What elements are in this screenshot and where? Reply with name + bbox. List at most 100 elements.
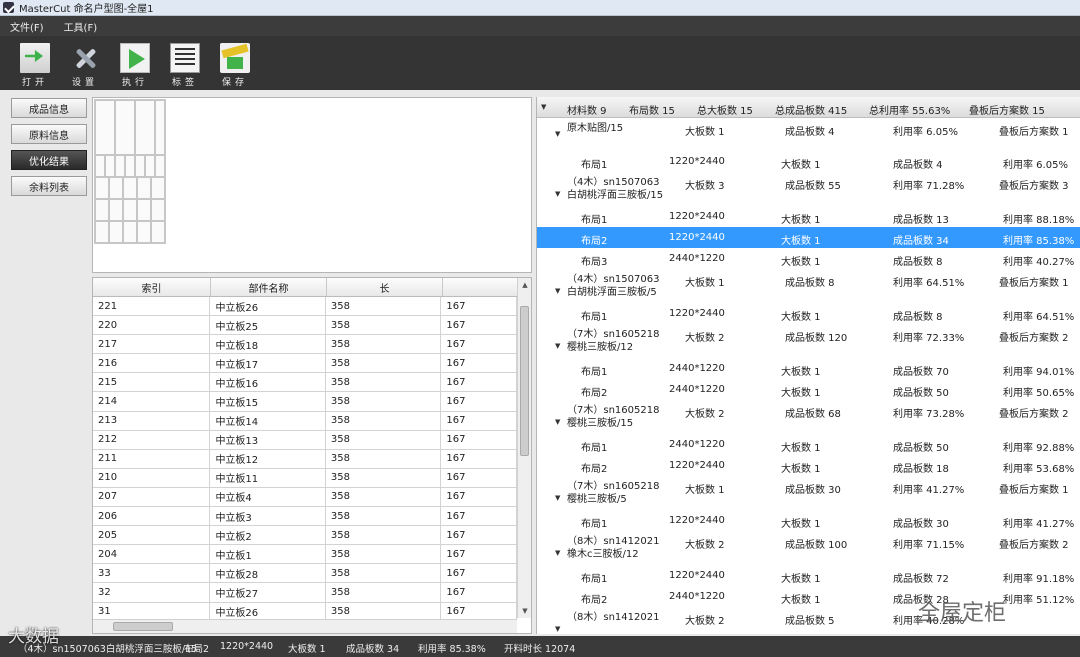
cut-piece <box>95 221 109 243</box>
table-row[interactable]: 32 中立板27 358 167 <box>93 583 517 603</box>
tree-group-row[interactable]: ▼ （8木）sn1412021橡木c三胺板/12 大板数 2 成品板数 100 利用率 … <box>537 531 1080 565</box>
vertical-scrollbar[interactable]: ▲ ▼ <box>517 278 531 618</box>
watermark-right: 全屋定柜 <box>918 601 1007 626</box>
cell-length: 358 <box>326 507 442 526</box>
group-product-count: 成品板数 55 <box>785 181 841 192</box>
cell-width: 167 <box>441 392 517 411</box>
nav-material-info[interactable]: 原料信息 <box>11 124 87 144</box>
table-row[interactable]: 212 中立板13 358 167 <box>93 430 517 450</box>
layout-product-count: 成品板数 8 <box>893 312 943 323</box>
group-product-count: 成品板数 68 <box>785 409 841 420</box>
tree-layout-row[interactable]: 布局1 1220*2440 大板数 1 成品板数 72 利用率 91.18% <box>537 565 1080 586</box>
tree-layout-row[interactable]: 布局1 1220*2440 大板数 1 成品板数 13 利用率 88.18% <box>537 206 1080 227</box>
tree-group-row[interactable]: ▼ （4木）sn1507063白胡桃浮面三胺板/15 大板数 3 成品板数 55 利用率… <box>537 172 1080 206</box>
group-name: （8木）sn1412021 <box>567 612 660 623</box>
layout-size: 1220*2440 <box>669 515 725 526</box>
col-part-name[interactable]: 部件名称 <box>211 278 327 296</box>
menu-file[interactable]: 文件(F) <box>0 19 54 34</box>
table-row[interactable]: 217 中立板18 358 167 <box>93 335 517 355</box>
tree-layout-row[interactable]: 布局2 1220*2440 大板数 1 成品板数 18 利用率 53.68% <box>537 455 1080 476</box>
layout-name: 布局2 <box>581 236 608 247</box>
table-row[interactable]: 210 中立板11 358 167 <box>93 468 517 488</box>
tree-layout-row[interactable]: 布局1 2440*1220 大板数 1 成品板数 70 利用率 94.01% <box>537 358 1080 379</box>
table-row[interactable]: 205 中立板2 358 167 <box>93 526 517 546</box>
save-button[interactable]: 保存 <box>210 36 260 90</box>
cell-length: 358 <box>326 545 442 564</box>
scroll-down-icon[interactable]: ▼ <box>518 604 531 618</box>
table-row[interactable]: 221 中立板26 358 167 <box>93 297 517 317</box>
nav-product-info[interactable]: 成品信息 <box>11 98 87 118</box>
layout-name: 布局1 <box>581 574 608 585</box>
tree-layout-row[interactable]: 布局2 1220*2440 大板数 1 成品板数 34 利用率 85.38% <box>537 227 1080 248</box>
cell-part-name: 中立板11 <box>210 468 326 487</box>
cell-part-name: 中立板26 <box>210 297 326 316</box>
layout-name: 布局1 <box>581 367 608 378</box>
layout-board-count: 大板数 1 <box>781 367 821 378</box>
cut-piece <box>105 155 115 177</box>
tree-layout-row[interactable]: 布局3 2440*1220 大板数 1 成品板数 8 利用率 40.27% <box>537 248 1080 269</box>
open-button[interactable]: 打开 <box>10 36 60 90</box>
cell-part-name: 中立板26 <box>210 602 326 621</box>
expand-caret-icon[interactable]: ▼ <box>555 418 560 426</box>
tree-group-row[interactable]: ▼ 原木贴图/15 大板数 1 成品板数 4 利用率 6.05% 叠板后方案数 1 <box>537 118 1080 151</box>
group-board-count: 大板数 2 <box>685 616 725 627</box>
expand-caret-icon[interactable]: ▼ <box>555 494 560 502</box>
nav-leftover-list[interactable]: 余料列表 <box>11 176 87 196</box>
group-utilization: 利用率 71.15% <box>893 540 965 551</box>
label-button[interactable]: 标签 <box>160 36 210 90</box>
table-row[interactable]: 206 中立板3 358 167 <box>93 507 517 527</box>
tree-layout-row[interactable]: 布局1 1220*2440 大板数 1 成品板数 8 利用率 64.51% <box>537 303 1080 324</box>
cut-piece <box>123 199 137 221</box>
table-row[interactable]: 220 中立板25 358 167 <box>93 316 517 336</box>
table-row[interactable]: 214 中立板15 358 167 <box>93 392 517 412</box>
tree-group-row[interactable]: ▼ （7木）sn1605218樱桃三胺板/12 大板数 2 成品板数 120 利用率 7… <box>537 324 1080 358</box>
col-length[interactable]: 长 <box>327 278 443 296</box>
tree-group-row[interactable]: ▼ （7木）sn1605218樱桃三胺板/5 大板数 1 成品板数 30 利用率 41.… <box>537 476 1080 510</box>
table-row[interactable]: 216 中立板17 358 167 <box>93 354 517 374</box>
tree-group-row[interactable]: ▼ （4木）sn1507063白胡桃浮面三胺板/5 大板数 1 成品板数 8 利用率 6… <box>537 269 1080 303</box>
collapse-all-icon[interactable]: ▼ <box>541 103 546 111</box>
tree-group-row[interactable]: ▼ （7木）sn1605218樱桃三胺板/15 大板数 2 成品板数 68 利用率 73… <box>537 400 1080 434</box>
settings-button[interactable]: 设置 <box>60 36 110 90</box>
layout-board-count: 大板数 1 <box>781 519 821 530</box>
table-row[interactable]: 211 中立板12 358 167 <box>93 449 517 469</box>
cell-width: 167 <box>441 526 517 545</box>
tree-layout-row[interactable]: 布局2 2440*1220 大板数 1 成品板数 50 利用率 50.65% <box>537 379 1080 400</box>
scroll-thumb[interactable] <box>520 306 529 456</box>
tree-layout-row[interactable]: 布局1 2440*1220 大板数 1 成品板数 50 利用率 92.88% <box>537 434 1080 455</box>
expand-caret-icon[interactable]: ▼ <box>555 190 560 198</box>
expand-caret-icon[interactable]: ▼ <box>555 549 560 557</box>
tree-layout-row[interactable]: 布局1 1220*2440 大板数 1 成品板数 30 利用率 41.27% <box>537 510 1080 531</box>
expand-caret-icon[interactable]: ▼ <box>555 130 560 138</box>
expand-caret-icon[interactable]: ▼ <box>555 625 560 633</box>
tree-layout-row[interactable]: 布局1 1220*2440 大板数 1 成品板数 4 利用率 6.05% <box>537 151 1080 172</box>
menu-tools[interactable]: 工具(F) <box>54 19 108 34</box>
expand-caret-icon[interactable]: ▼ <box>555 342 560 350</box>
nav-optimize-result[interactable]: 优化结果 <box>11 150 87 170</box>
table-row[interactable]: 207 中立板4 358 167 <box>93 487 517 508</box>
table-row[interactable]: 33 中立板28 358 167 <box>93 564 517 584</box>
run-label: 执行 <box>121 78 148 88</box>
cell-length: 358 <box>326 583 442 602</box>
cut-piece <box>151 221 165 243</box>
layout-utilization: 利用率 40.27% <box>1003 257 1075 268</box>
col-index[interactable]: 索引 <box>93 278 211 296</box>
scroll-up-icon[interactable]: ▲ <box>518 278 531 292</box>
cell-index: 33 <box>93 564 211 583</box>
group-utilization: 利用率 6.05% <box>893 127 958 138</box>
layout-name: 布局1 <box>581 215 608 226</box>
group-board-count: 大板数 2 <box>685 333 725 344</box>
cell-width: 167 <box>441 335 517 354</box>
cut-piece <box>109 177 123 199</box>
table-row[interactable]: 204 中立板1 358 167 <box>93 545 517 565</box>
cell-width: 167 <box>441 297 517 316</box>
hscroll-thumb[interactable] <box>113 622 173 631</box>
horizontal-scrollbar[interactable] <box>93 619 517 633</box>
expand-caret-icon[interactable]: ▼ <box>555 287 560 295</box>
table-row[interactable]: 215 中立板16 358 167 <box>93 373 517 393</box>
group-name: （7木）sn1605218樱桃三胺板/12 <box>567 329 660 353</box>
run-button[interactable]: 执行 <box>110 36 160 90</box>
layout-utilization: 利用率 53.68% <box>1003 464 1075 475</box>
cell-length: 358 <box>326 449 442 468</box>
table-row[interactable]: 213 中立板14 358 167 <box>93 411 517 431</box>
